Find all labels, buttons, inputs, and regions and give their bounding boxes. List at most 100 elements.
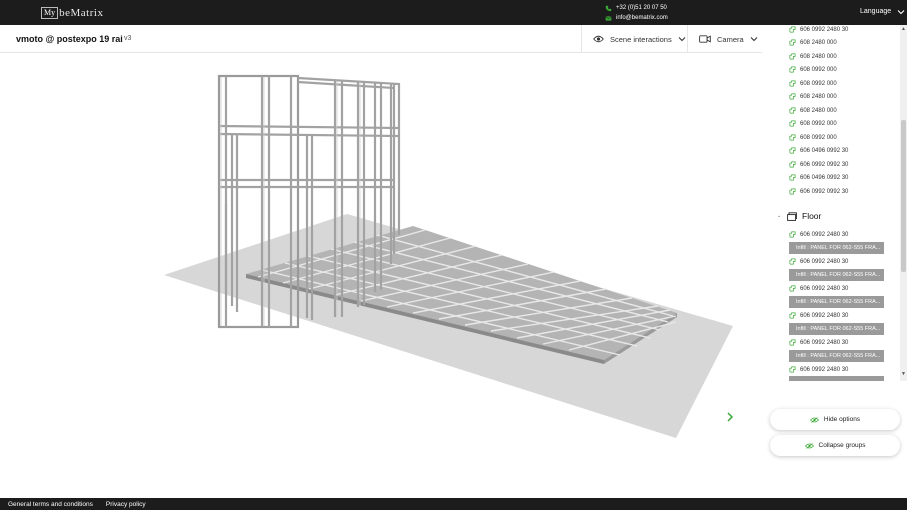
tree-item[interactable]: 606 0992 2480 30 xyxy=(789,229,848,240)
tree-item-label: 606 0992 2480 30 xyxy=(800,231,849,238)
tree-item-label: 606 0992 2480 30 xyxy=(800,366,849,373)
tree-item[interactable]: 606 0496 0992 30 xyxy=(789,172,848,183)
group-label: Floor xyxy=(802,211,822,221)
project-title: vmoto @ postexpo 19 rai xyxy=(16,34,123,44)
scroll-up-arrow[interactable]: ▲ xyxy=(901,27,906,32)
tree-item-label: 606 0992 2480 30 xyxy=(800,26,849,33)
chevron-down-icon xyxy=(750,37,758,42)
tree-item-label: 608 2480 000 xyxy=(800,93,837,100)
language-label: Language xyxy=(860,8,892,15)
phone-number: +32 (0)51 20 07 50 xyxy=(616,5,667,11)
tree-item-label: 606 0992 2480 30 xyxy=(800,339,849,346)
tree-item-label: 606 0496 0992 30 xyxy=(800,147,849,154)
frame-part-icon xyxy=(789,120,796,127)
scroll-down-arrow[interactable]: ▼ xyxy=(901,372,906,377)
scene-interactions-dropdown[interactable]: Scene interactions xyxy=(581,25,687,53)
camera-label: Camera xyxy=(717,34,744,44)
frame-part-icon xyxy=(789,231,796,238)
infill-row[interactable]: Infill : PANEL FOR 062-S55 FRA... xyxy=(789,350,884,362)
infill-row[interactable]: Infill : PANEL FOR 062-S55 FRA... xyxy=(789,296,884,308)
tree-item[interactable]: 608 0992 000 xyxy=(789,64,837,75)
infill-row[interactable] xyxy=(789,376,884,381)
tree-item-label: 608 0992 000 xyxy=(800,120,837,127)
frame-part-icon xyxy=(789,134,796,141)
3d-viewport[interactable] xyxy=(0,54,762,498)
chevron-down-icon xyxy=(678,37,686,42)
email-row[interactable]: info@bematrix.com xyxy=(605,13,668,23)
tree-item-label: 606 0992 2480 30 xyxy=(800,312,849,319)
frame-part-icon xyxy=(789,107,796,114)
project-header: vmoto @ postexpo 19 rai v3 Scene interac… xyxy=(0,25,762,53)
email-icon xyxy=(605,15,612,22)
collapse-groups-button[interactable]: Collapse groups xyxy=(770,435,900,456)
terms-link[interactable]: General terms and conditions xyxy=(8,501,93,508)
frame-part-icon xyxy=(789,66,796,73)
tree-item[interactable]: 608 2480 000 xyxy=(789,51,837,62)
booth-3d-render[interactable] xyxy=(0,54,762,498)
layers-icon xyxy=(787,211,797,221)
object-tree[interactable]: 606 0992 2480 30 608 2480 000 608 2480 0… xyxy=(762,25,900,381)
tree-item[interactable]: 608 0992 000 xyxy=(789,78,837,89)
video-camera-icon xyxy=(699,35,711,43)
eye-slash-icon xyxy=(809,416,819,423)
tree-item[interactable]: 608 2480 000 xyxy=(789,91,837,102)
tree-item-label: 608 2480 000 xyxy=(800,39,837,46)
tree-item[interactable]: 608 2480 000 xyxy=(789,37,837,48)
hide-options-button[interactable]: Hide options xyxy=(770,409,900,430)
chevron-right-icon[interactable] xyxy=(724,411,736,423)
infill-row[interactable]: Infill : PANEL FOR 062-S55 FRA... xyxy=(789,269,884,281)
chevron-down-icon[interactable]: ⌄ xyxy=(777,213,782,219)
frame-part-icon xyxy=(789,80,796,87)
logo-wordmark: beMatrix xyxy=(59,7,104,19)
frame-part-icon xyxy=(789,188,796,195)
version-badge[interactable]: v3 xyxy=(124,35,131,42)
phone-row[interactable]: +32 (0)51 20 07 50 xyxy=(605,3,668,13)
frame-part-icon xyxy=(789,93,796,100)
tree-item[interactable]: 608 0992 000 xyxy=(789,132,837,143)
tree-group-floor[interactable]: ⌄ Floor xyxy=(777,211,821,221)
tree-item[interactable]: 606 0496 0992 30 xyxy=(789,145,848,156)
logo-my-box: My xyxy=(41,7,59,19)
tree-item-label: 608 0992 000 xyxy=(800,66,837,73)
infill-row[interactable]: Infill : PANEL FOR 062-S55 FRA... xyxy=(789,242,884,254)
tree-item-label: 608 0992 000 xyxy=(800,80,837,87)
bematrix-logo[interactable]: My beMatrix xyxy=(41,6,103,20)
tree-item[interactable]: 606 0992 2480 30 xyxy=(789,364,848,375)
camera-dropdown[interactable]: Camera xyxy=(687,25,762,53)
privacy-link[interactable]: Privacy policy xyxy=(106,501,146,508)
tree-item[interactable]: 606 0992 0992 30 xyxy=(789,159,848,170)
frame-part-icon xyxy=(789,53,796,60)
tree-item[interactable]: 606 0992 0992 30 xyxy=(789,186,848,197)
tree-item[interactable]: 606 0992 2480 30 xyxy=(789,310,848,321)
footer-bar: General terms and conditions Privacy pol… xyxy=(0,498,907,510)
tree-item-label: 608 2480 000 xyxy=(800,107,837,114)
frame-part-icon xyxy=(789,174,796,181)
frame-part-icon xyxy=(789,26,796,33)
frame-part-icon xyxy=(789,39,796,46)
contact-info: +32 (0)51 20 07 50 info@bematrix.com xyxy=(605,3,668,23)
tree-item[interactable]: 606 0992 2480 30 xyxy=(789,337,848,348)
top-bar: My beMatrix +32 (0)51 20 07 50 info@bema… xyxy=(0,0,907,25)
tree-item-label: 606 0992 0992 30 xyxy=(800,188,849,195)
frame-part-icon xyxy=(789,366,796,373)
tree-item[interactable]: 608 2480 000 xyxy=(789,105,837,116)
frame-part-icon xyxy=(789,258,796,265)
tree-item-label: 606 0496 0992 30 xyxy=(800,174,849,181)
tree-item-label: 606 0992 0992 30 xyxy=(800,161,849,168)
language-selector[interactable]: Language xyxy=(860,8,905,15)
email-address: info@bematrix.com xyxy=(616,15,668,21)
scroll-thumb[interactable] xyxy=(901,120,906,272)
tree-item[interactable]: 608 0992 000 xyxy=(789,118,837,129)
tree-item[interactable]: 606 0992 2480 30 xyxy=(789,256,848,267)
tree-item[interactable]: 606 0992 2480 30 xyxy=(789,25,848,35)
infill-row[interactable]: Infill : PANEL FOR 062-S55 FRA... xyxy=(789,323,884,335)
collapse-groups-label: Collapse groups xyxy=(818,442,866,449)
objects-panel: 606 0992 2480 30 608 2480 000 608 2480 0… xyxy=(762,25,907,498)
frame-part-icon xyxy=(789,285,796,292)
eye-slash-icon xyxy=(804,442,814,449)
eye-icon xyxy=(593,35,604,43)
hide-options-label: Hide options xyxy=(823,416,861,423)
frame-part-icon xyxy=(789,147,796,154)
tree-item[interactable]: 606 0992 2480 30 xyxy=(789,283,848,294)
panel-scrollbar[interactable]: ▲ ▼ xyxy=(900,25,907,381)
